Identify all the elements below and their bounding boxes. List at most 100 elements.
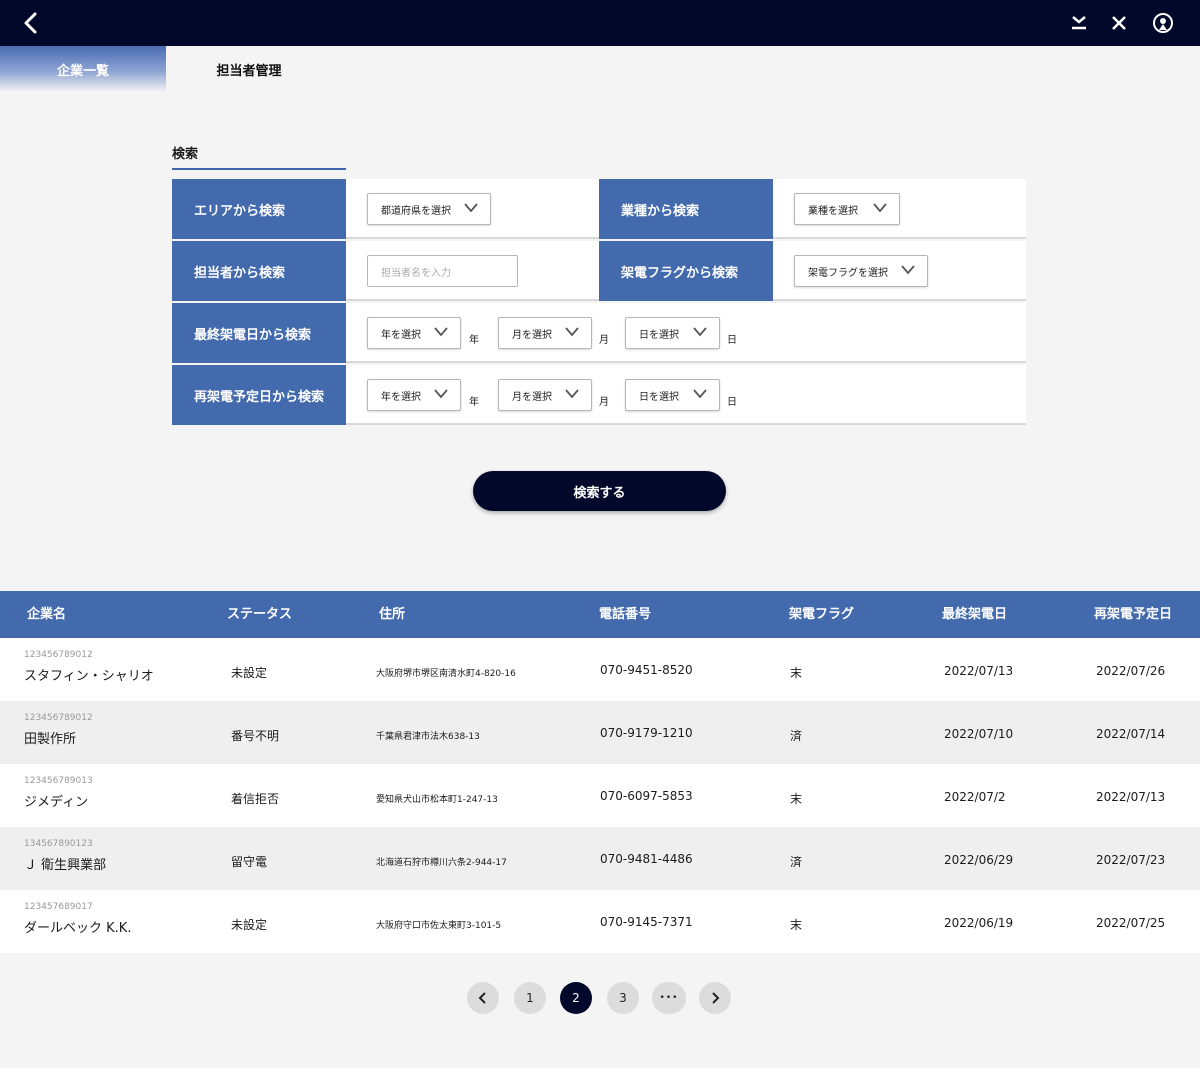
status-cell: 留守電 — [231, 855, 268, 869]
company-name[interactable]: スタフィン・シャリオ — [24, 665, 154, 684]
last-call-cell: 2022/06/29 — [944, 853, 1014, 867]
account-icon[interactable] — [1152, 12, 1174, 34]
industry-select[interactable]: 業種を選択 — [794, 193, 900, 225]
day-select-value: 日を選択 — [639, 391, 679, 403]
table-row[interactable]: 123456789013 ジメディン 着信拒否 愛知県犬山市松本町1-247-1… — [0, 764, 1200, 827]
address-cell: 大阪府守口市佐太東町3-101-5 — [376, 921, 502, 931]
search-row-recall: 再架電予定日から検索 年を選択 年 月を選択 月 日を選択 日 — [172, 365, 1026, 425]
year-select-value: 年を選択 — [381, 391, 421, 403]
recall-cell: 2022/07/14 — [1096, 727, 1166, 741]
company-name[interactable]: 田製作所 — [24, 728, 76, 747]
address-cell: 千葉県君津市法木638-13 — [376, 732, 480, 742]
table-row[interactable]: 123456789012 スタフィン・シャリオ 未設定 大阪府堺市堺区南清水町4… — [0, 638, 1200, 701]
tab-bar: 企業一覧 担当者管理 — [0, 46, 1200, 92]
flag-cell: 末 — [790, 666, 803, 680]
column-header-flag[interactable]: 架電フラグ — [789, 591, 854, 638]
search-button[interactable]: 検索する — [473, 471, 726, 511]
year-select-value: 年を選択 — [381, 329, 421, 341]
prefecture-select-value: 都道府県を選択 — [381, 205, 451, 217]
last-call-day-select[interactable]: 日を選択 — [625, 317, 720, 349]
area-search-label: エリアから検索 — [172, 179, 346, 239]
recall-cell: 2022/07/13 — [1096, 790, 1166, 804]
close-icon[interactable] — [1108, 12, 1130, 34]
chevron-down-icon — [464, 203, 478, 213]
chevron-down-icon — [901, 265, 915, 275]
last-call-month-select[interactable]: 月を選択 — [498, 317, 592, 349]
column-header-status[interactable]: ステータス — [227, 591, 292, 638]
call-flag-select[interactable]: 架電フラグを選択 — [794, 255, 928, 287]
tab-person-management[interactable]: 担当者管理 — [166, 46, 332, 92]
company-id: 123456789012 — [24, 713, 93, 723]
flag-cell: 末 — [790, 792, 803, 806]
phone-cell: 070-9481-4486 — [600, 852, 693, 866]
address-cell: 北海道石狩市樽川六条2-944-17 — [376, 858, 507, 868]
flag-search-label: 架電フラグから検索 — [599, 241, 773, 301]
chevron-down-icon — [693, 389, 707, 399]
chevron-down-icon — [873, 203, 887, 213]
person-name-input[interactable]: 担当者名を入力 — [367, 255, 518, 287]
chevron-right-icon — [712, 992, 720, 1004]
month-select-value: 月を選択 — [512, 329, 552, 341]
page-button-3[interactable]: 3 — [607, 982, 639, 1014]
day-unit: 日 — [727, 335, 737, 346]
chevron-left-icon — [478, 992, 486, 1004]
page-button-2-current[interactable]: 2 — [560, 982, 592, 1014]
column-header-company[interactable]: 企業名 — [27, 591, 66, 638]
company-name[interactable]: ジメディン — [24, 791, 88, 810]
table-header: 企業名 ステータス 住所 電話番号 架電フラグ 最終架電日 再架電予定日 — [0, 591, 1200, 638]
last-call-cell: 2022/07/10 — [944, 727, 1014, 741]
recall-day-select[interactable]: 日を選択 — [625, 379, 720, 411]
chevron-down-icon — [434, 327, 448, 337]
recall-cell: 2022/07/26 — [1096, 664, 1166, 678]
industry-search-label: 業種から検索 — [599, 179, 773, 239]
chevron-down-icon — [565, 389, 579, 399]
recall-cell: 2022/07/25 — [1096, 916, 1166, 930]
chevron-down-icon — [434, 389, 448, 399]
next-page-button[interactable] — [699, 982, 731, 1014]
column-header-address[interactable]: 住所 — [379, 591, 405, 638]
month-unit: 月 — [599, 335, 609, 346]
recall-cell: 2022/07/23 — [1096, 853, 1166, 867]
search-row-last-call: 最終架電日から検索 年を選択 年 月を選択 月 日を選択 日 — [172, 303, 1026, 363]
recall-month-select[interactable]: 月を選択 — [498, 379, 592, 411]
column-header-last-call[interactable]: 最終架電日 — [942, 591, 1007, 638]
last-call-cell: 2022/07/13 — [944, 664, 1014, 678]
tab-company-list[interactable]: 企業一覧 — [0, 46, 166, 92]
address-cell: 大阪府堺市堺区南清水町4-820-16 — [376, 669, 516, 679]
table-row[interactable]: 134567890123 Ｊ 衛生興業部 留守電 北海道石狩市樽川六条2-944… — [0, 827, 1200, 890]
search-row-person-flag: 担当者から検索 担当者名を入力 架電フラグから検索 架電フラグを選択 — [172, 241, 1026, 301]
page-button-1[interactable]: 1 — [514, 982, 546, 1014]
last-call-year-select[interactable]: 年を選択 — [367, 317, 461, 349]
column-header-recall[interactable]: 再架電予定日 — [1094, 591, 1172, 638]
previous-page-button[interactable] — [467, 982, 499, 1014]
minimize-icon[interactable] — [1068, 12, 1090, 34]
company-name[interactable]: ダールベック K.K. — [24, 917, 131, 936]
phone-cell: 070-9145-7371 — [600, 915, 693, 929]
industry-select-value: 業種を選択 — [808, 205, 858, 217]
flag-cell: 末 — [790, 918, 803, 932]
year-unit: 年 — [469, 397, 479, 408]
year-unit: 年 — [469, 335, 479, 346]
company-id: 123456789013 — [24, 776, 93, 786]
last-call-cell: 2022/06/19 — [944, 916, 1014, 930]
search-section-title: 検索 — [172, 143, 346, 170]
company-name[interactable]: Ｊ 衛生興業部 — [24, 854, 106, 873]
status-cell: 未設定 — [231, 918, 268, 932]
status-cell: 未設定 — [231, 666, 268, 680]
table-row[interactable]: 123457689017 ダールベック K.K. 未設定 大阪府守口市佐太東町3… — [0, 890, 1200, 953]
company-id: 134567890123 — [24, 839, 93, 849]
table-row[interactable]: 123456789012 田製作所 番号不明 千葉県君津市法木638-13 07… — [0, 701, 1200, 764]
status-cell: 番号不明 — [231, 729, 280, 743]
more-pages-button[interactable]: ••• — [652, 982, 686, 1014]
prefecture-select[interactable]: 都道府県を選択 — [367, 193, 491, 225]
recall-search-label: 再架電予定日から検索 — [172, 365, 346, 425]
back-icon[interactable] — [20, 11, 42, 35]
phone-cell: 070-9179-1210 — [600, 726, 693, 740]
last-call-search-label: 最終架電日から検索 — [172, 303, 346, 363]
month-select-value: 月を選択 — [512, 391, 552, 403]
month-unit: 月 — [599, 397, 609, 408]
phone-cell: 070-6097-5853 — [600, 789, 693, 803]
search-row-area-industry: エリアから検索 都道府県を選択 業種から検索 業種を選択 — [172, 179, 1026, 239]
recall-year-select[interactable]: 年を選択 — [367, 379, 461, 411]
column-header-phone[interactable]: 電話番号 — [599, 591, 651, 638]
